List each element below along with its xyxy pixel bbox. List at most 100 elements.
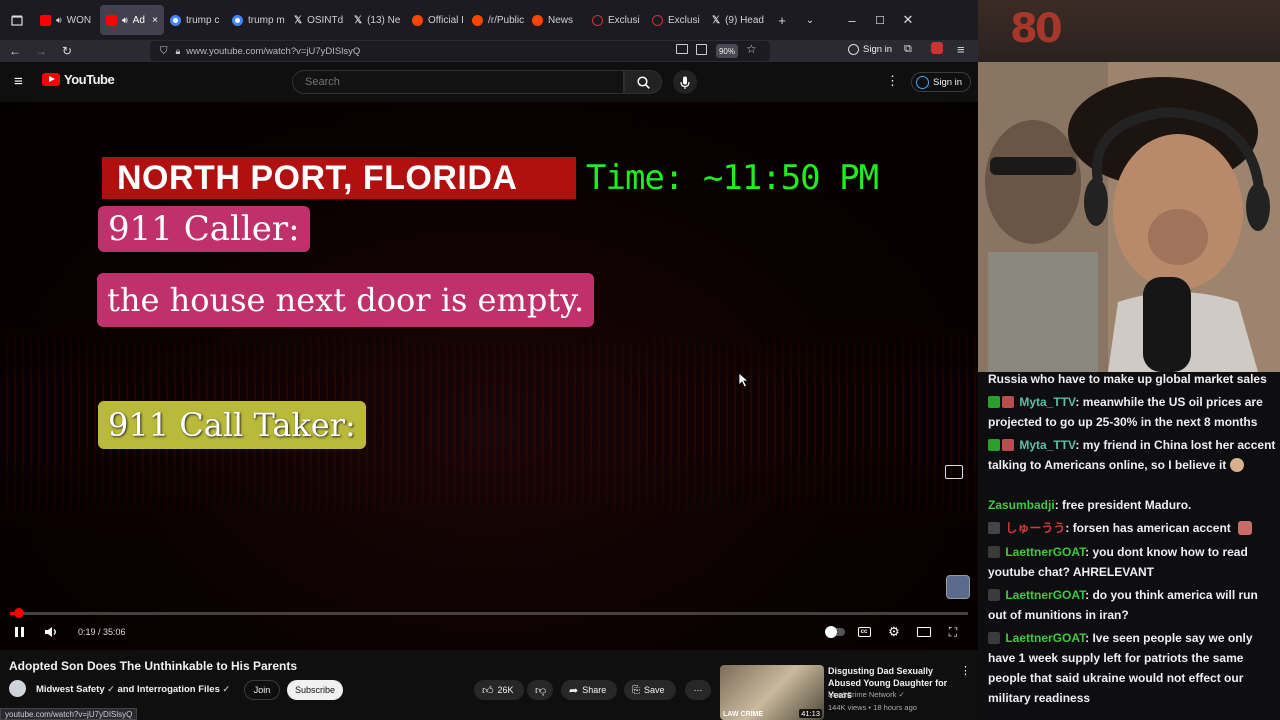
check-badge-icon [988,396,1000,408]
tab-label: Official I [428,14,464,26]
tab-1-active[interactable]: 🔊︎ Ad × [100,5,164,35]
voice-search-button[interactable] [673,70,697,94]
picture-in-picture-icon[interactable] [676,44,688,54]
channel-watermark-icon[interactable] [946,575,970,599]
tab-3[interactable]: trump m [226,5,288,35]
tab-2[interactable]: trump c [164,5,226,35]
tab-5[interactable]: 𝕏 (13) Ne [348,5,406,35]
fullscreen-icon: ⛶ [948,624,958,639]
channel-avatar[interactable] [9,680,26,697]
tab-9[interactable]: Exclusi [586,5,646,35]
tab-4[interactable]: 𝕏 OSINTd [288,5,348,35]
bookmark-star-icon[interactable]: ☆ [746,42,757,56]
video-player[interactable]: NORTH PORT, FLORIDA Time: ~11:50 PM 911 … [0,102,978,650]
chevron-down-icon: ⌄ [805,14,815,26]
recommended-channel-name[interactable]: Law&Crime Network [828,690,896,699]
subscribe-button[interactable]: Subscribe [287,680,343,700]
tab-6[interactable]: Official I [406,5,466,35]
channel-collab-name[interactable]: and Interrogation Files [117,684,219,695]
tab-label: Exclusi [668,14,700,26]
chat-message: LaettnerGOAT: do you think america will … [988,585,1278,625]
chat-username[interactable]: LaettnerGOAT [1005,588,1085,602]
more-actions-button[interactable]: ⋯ [685,680,711,700]
verified-icon: ✓ [898,690,905,699]
scrubber-handle[interactable] [13,608,24,618]
reddit-favicon-icon [472,14,483,26]
chat-username[interactable]: LaettnerGOAT [1005,631,1085,645]
chat-message: しゅーうう: forsen has american accent [988,518,1278,538]
muted-badge-icon [988,522,1000,534]
tab-list-button[interactable]: ⌄ [796,5,824,35]
recommended-more-icon[interactable]: ⋮ [960,664,971,677]
channel-name[interactable]: Midwest Safety [36,684,105,695]
url-bar[interactable]: ⛉ 🔒︎ www.youtube.com/watch?v=jU7yDISlsyQ… [150,41,770,61]
forward-arrow-icon: → [35,44,47,58]
extension-badge-icon[interactable] [931,42,943,54]
extensions-icon[interactable]: ⧉ [904,43,912,56]
lock-icon[interactable]: 🔒︎ [176,46,181,57]
search-button[interactable] [624,70,662,94]
back-button[interactable]: ← [2,40,28,62]
guide-menu-icon[interactable]: ≡ [14,73,23,90]
close-tab-icon[interactable]: × [152,15,158,26]
youtube-sign-in-button[interactable]: Sign in [911,72,972,92]
chat-username[interactable]: LaettnerGOAT [1005,545,1085,559]
google-favicon-icon [232,14,243,26]
search-icon [636,75,650,89]
tab-0[interactable]: 🔊︎ WON [34,5,100,35]
browser-sign-in[interactable]: Sign in [848,44,892,55]
shield-icon[interactable]: ⛉ [160,46,168,57]
reload-button[interactable]: ↻ [54,40,80,62]
theater-mode-icon [917,627,931,637]
dislike-button[interactable]: 👎︎ [527,680,553,700]
like-button[interactable]: 👍︎ 26K [474,680,524,700]
search-input[interactable] [292,70,624,94]
youtube-logo-text: YouTube [64,72,115,87]
tab-8[interactable]: News [526,5,586,35]
maximize-button[interactable]: ☐ [866,5,894,35]
reddit-favicon-icon [532,14,543,26]
menu-hamburger-icon[interactable]: ≡ [957,42,965,57]
recommended-thumbnail[interactable]: LAW CRIME 41:13 [720,665,824,720]
tab-overview-button[interactable] [0,5,34,35]
settings-button[interactable]: ⚙ [885,620,903,644]
save-button[interactable]: ⎘ Save [624,680,676,700]
youtube-logo[interactable]: YouTube [42,72,115,87]
minimize-button[interactable]: – [838,5,866,35]
join-button[interactable]: Join [244,680,280,700]
chat-username[interactable]: Zasumbadji [988,498,1055,512]
stream-overlay-logo-icon: 80 [1010,6,1063,52]
download-page-icon[interactable] [696,44,707,55]
chat-username[interactable]: しゅーうう [1005,521,1065,535]
share-button[interactable]: ➦ Share [561,680,617,700]
youtube-sign-in-label: Sign in [933,76,963,88]
new-tab-button[interactable]: + [768,5,796,35]
tab-10[interactable]: Exclusi [646,5,706,35]
chat-username[interactable]: Myta_TTV [1019,438,1075,452]
zoom-level-badge[interactable]: 90% [716,44,738,58]
account-icon [848,44,859,55]
tab-11[interactable]: 𝕏 (9) Head [706,5,768,35]
close-window-button[interactable]: ✕ [894,5,922,35]
chat-message: Russia who have to make up global market… [988,369,1278,389]
autoplay-toggle[interactable] [824,620,846,644]
reload-icon: ↻ [61,44,73,58]
theater-mode-button[interactable] [916,620,932,644]
progress-bar[interactable] [10,608,968,618]
forward-button[interactable]: → [28,40,54,62]
tab-strip: 🔊︎ WON 🔊︎ Ad × trump c trump m 𝕏 OSINTd 𝕏 (13… [0,0,978,40]
miniplayer-icon[interactable] [945,465,963,479]
tab-label: OSINTd [307,14,344,26]
tab-7[interactable]: /r/Public [466,5,526,35]
close-icon: ✕ [902,12,914,27]
chat-username[interactable]: Myta_TTV [1019,395,1075,409]
subtitles-button[interactable]: cc [856,620,872,644]
channel-name-row[interactable]: Midwest Safety ✓ and Interrogation Files… [36,684,230,695]
settings-kebab-icon[interactable]: ⋮ [886,73,899,89]
recommended-channel[interactable]: Law&Crime Network ✓ [828,690,905,699]
fullscreen-button[interactable]: ⛶ [945,620,961,644]
url-text[interactable]: www.youtube.com/watch?v=jU7yDISlsyQ [186,46,360,57]
volume-button[interactable] [42,620,60,644]
pause-button[interactable] [10,620,28,644]
sub-badge-icon [1002,396,1014,408]
